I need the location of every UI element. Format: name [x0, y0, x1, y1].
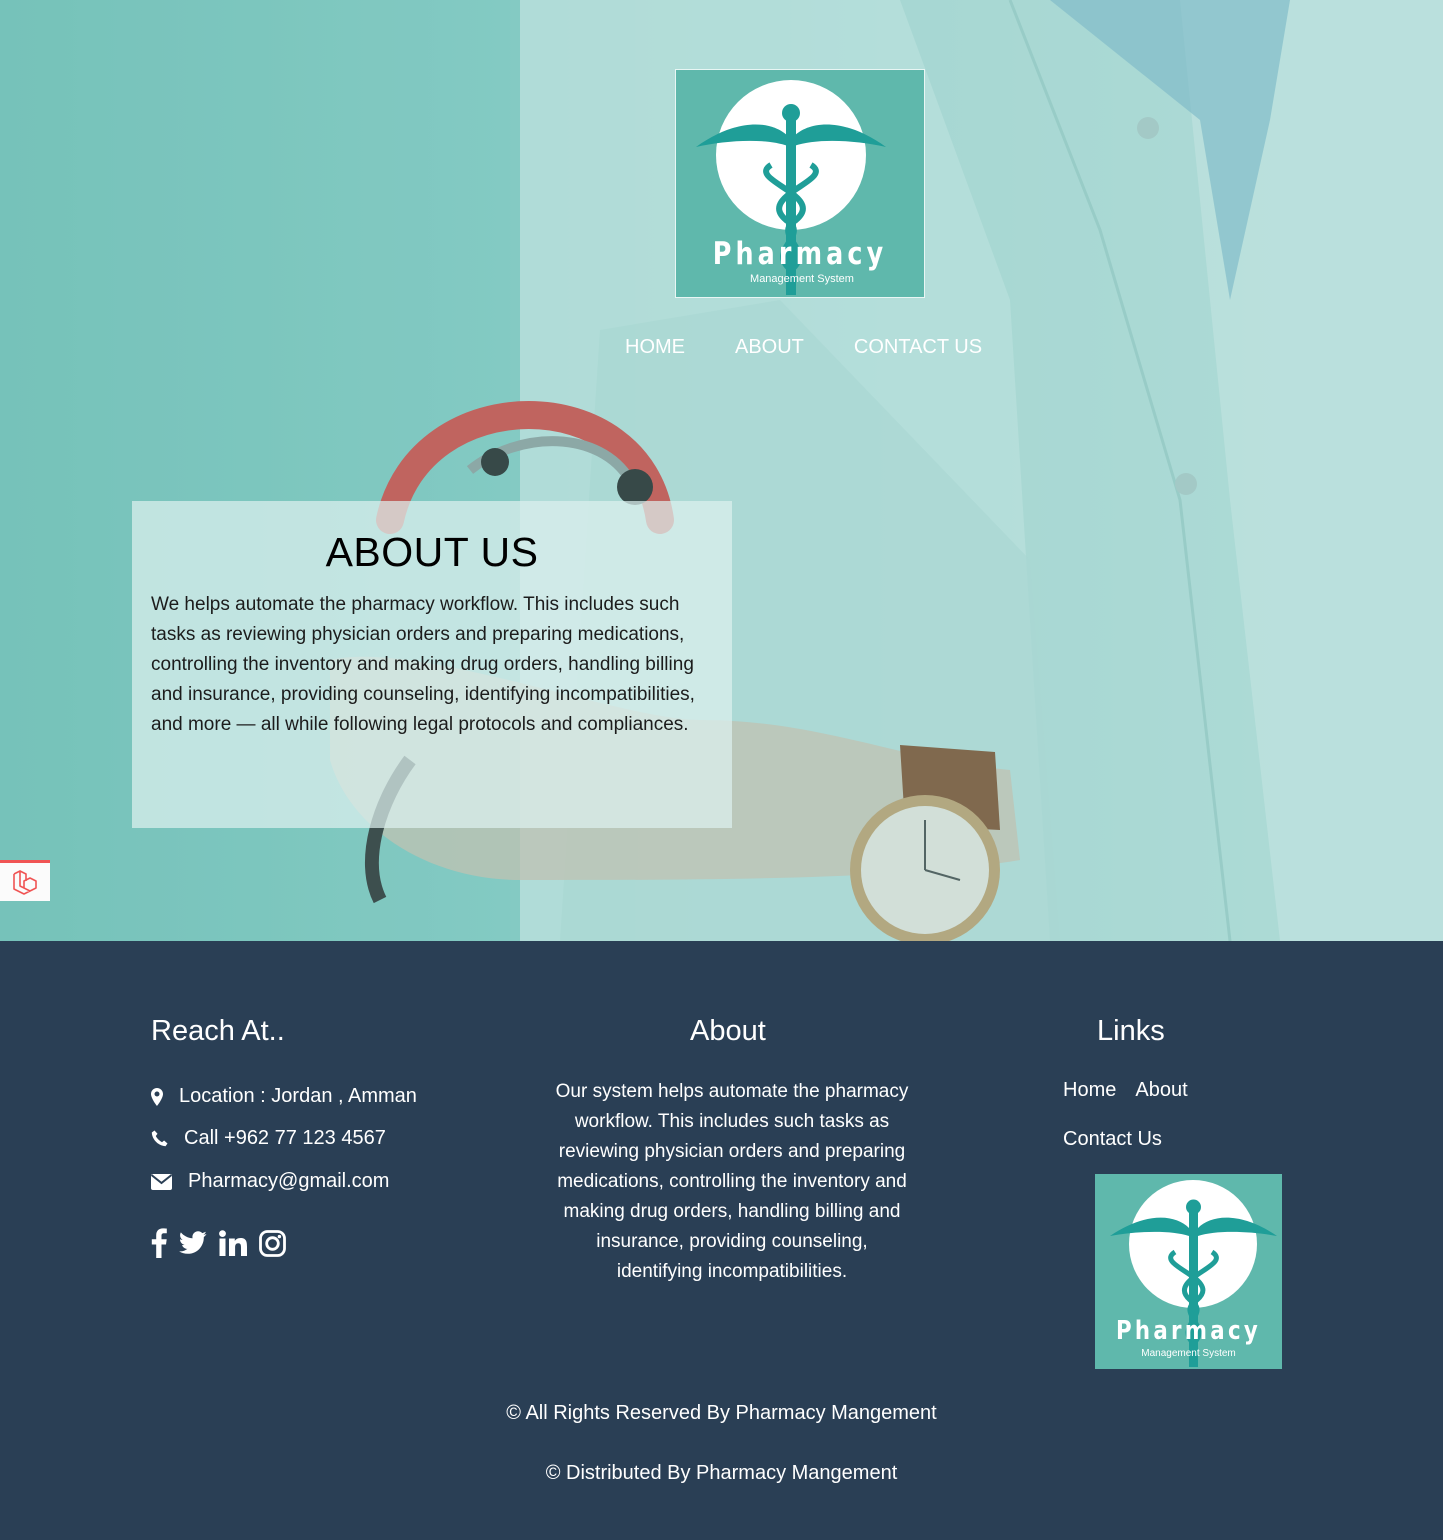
footer-logo: Pharmacy Management System — [1095, 1174, 1282, 1369]
instagram-icon[interactable] — [259, 1229, 286, 1257]
laravel-debugbar-tab[interactable] — [0, 860, 50, 901]
about-card: ABOUT US We helps automate the pharmacy … — [132, 501, 732, 828]
nav-contact-link[interactable]: CONTACT US — [854, 336, 982, 359]
copyright-text: © All Rights Reserved By Pharmacy Mangem… — [506, 1402, 937, 1424]
footer-about-heading: About — [690, 1015, 766, 1047]
social-links — [151, 1228, 286, 1258]
laravel-icon — [13, 870, 37, 895]
nav-home-link[interactable]: HOME — [625, 336, 685, 359]
about-heading: ABOUT US — [325, 529, 539, 575]
footer-logo-subtitle: Management System — [1141, 1348, 1236, 1359]
phone-text: Call +962 77 123 4567 — [184, 1127, 386, 1149]
twitter-icon[interactable] — [179, 1231, 207, 1255]
distributed-text: © Distributed By Pharmacy Mangement — [545, 1462, 898, 1484]
phone-item: Call +962 77 123 4567 — [151, 1127, 386, 1150]
location-item: Location : Jordan , Amman — [151, 1085, 417, 1108]
map-pin-icon — [151, 1087, 173, 1106]
location-text: Location : Jordan , Amman — [179, 1085, 417, 1107]
about-body-text: We helps automate the pharmacy workflow.… — [151, 594, 695, 735]
footer-link-about[interactable]: About — [1135, 1079, 1187, 1102]
facebook-icon[interactable] — [151, 1228, 167, 1258]
header-logo[interactable]: Pharmacy Management System — [675, 69, 925, 298]
footer-link-home[interactable]: Home — [1063, 1079, 1116, 1102]
linkedin-icon[interactable] — [219, 1230, 247, 1256]
footer-about-text: Our system helps automate the pharmacy w… — [555, 1081, 909, 1282]
site-footer: Reach At.. Location : Jordan , Amman Cal… — [0, 941, 1443, 1540]
email-item: Pharmacy@gmail.com — [151, 1170, 389, 1193]
footer-logo-title: Pharmacy — [1115, 1316, 1262, 1346]
main-nav: HOME ABOUT CONTACT US — [625, 336, 982, 359]
footer-links-row: Home About — [1063, 1079, 1188, 1102]
footer-links-row-2: Contact Us — [1063, 1128, 1162, 1151]
logo-title: Pharmacy — [712, 236, 888, 272]
phone-icon — [151, 1130, 178, 1147]
logo-subtitle: Management System — [750, 273, 854, 285]
footer-link-contact[interactable]: Contact Us — [1063, 1128, 1162, 1150]
envelope-icon — [151, 1173, 182, 1190]
hero-section: Pharmacy Management System HOME ABOUT CO… — [0, 0, 1443, 941]
links-heading: Links — [1097, 1015, 1165, 1047]
email-text[interactable]: Pharmacy@gmail.com — [188, 1170, 389, 1193]
reach-heading: Reach At.. — [151, 1015, 285, 1047]
nav-about-link[interactable]: ABOUT — [735, 336, 804, 359]
